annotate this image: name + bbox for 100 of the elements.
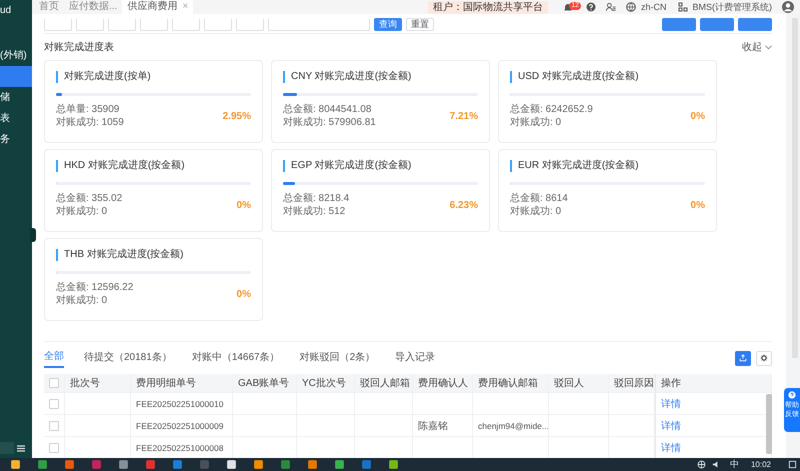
card-title: THB 对账完成进度(按金额): [56, 249, 251, 261]
column-header: 批次号: [70, 376, 100, 390]
table-cell: FEE202502251000008: [136, 442, 224, 452]
card-stat: 对账成功: 579906.81: [283, 116, 377, 129]
card-stat: 对账成功: 0: [56, 205, 108, 218]
card-stat: 对账成功: 0: [510, 205, 562, 218]
table-cell: FEE202502251000009: [136, 420, 224, 430]
percent-value: 7.21%: [450, 110, 478, 122]
language-selector[interactable]: zh-CN: [640, 2, 666, 12]
row-checkbox[interactable]: [49, 398, 59, 408]
filter-field[interactable]: [140, 19, 168, 31]
details-link[interactable]: 详情: [661, 418, 681, 432]
sidebar-item[interactable]: 表: [0, 108, 32, 129]
table-cell: FEE202502251000010: [136, 398, 224, 408]
card-title: HKD 对账完成进度(按金额): [56, 160, 251, 172]
clock[interactable]: 10:02: [750, 460, 771, 469]
filter-field[interactable]: [172, 19, 200, 31]
percent-value: 0%: [690, 200, 705, 210]
card-stat: 总金额: 8218.4: [283, 192, 350, 205]
table-cell-text: 陈嘉铭: [418, 420, 448, 432]
menu-icon[interactable]: [17, 444, 25, 452]
sidebar-item[interactable]: ud: [0, 0, 32, 21]
notification-icon[interactable]: [788, 460, 797, 469]
sidebar-item[interactable]: (外销): [0, 45, 32, 66]
table-cell: chenjm94@mide...: [478, 420, 548, 430]
app-grid-icon[interactable]: [678, 2, 688, 12]
collapse-handle[interactable]: [30, 228, 36, 242]
column-header: 费用明细单号: [136, 376, 196, 390]
page-tab[interactable]: 供应商费用 ×: [122, 0, 194, 14]
collapse-link[interactable]: 收起: [742, 40, 762, 54]
settings-icon: [760, 354, 768, 362]
column-header: 操作: [661, 377, 681, 390]
column-header: 驳回人: [554, 377, 584, 390]
card-title: EUR 对账完成进度(按金额): [510, 160, 705, 172]
column-header: 费用确认邮箱: [478, 376, 538, 390]
select-all-checkbox[interactable]: [49, 378, 59, 388]
input-method-indicator[interactable]: 中: [730, 458, 739, 471]
globe-icon[interactable]: [626, 2, 636, 12]
upload-icon: [739, 354, 747, 362]
card-stat: 对账成功: 0: [510, 116, 562, 129]
scrollbar[interactable]: [766, 394, 772, 454]
network-icon[interactable]: [696, 460, 706, 469]
card-stat: 总金额: 12596.22: [56, 281, 134, 294]
taskbar-app-icon[interactable]: [226, 459, 237, 470]
percent-value: 0%: [236, 200, 251, 210]
row-checkbox[interactable]: [49, 442, 59, 452]
user-list-icon[interactable]: [606, 2, 616, 12]
column-header: YC批次号: [302, 376, 346, 390]
taskbar-app-icon[interactable]: [307, 459, 318, 470]
list-tab[interactable]: 导入记录: [395, 349, 436, 367]
card-stat: 总金额: 355.02: [56, 192, 124, 205]
settings-button[interactable]: [756, 350, 772, 366]
card-stat: 总单量: 35909: [56, 103, 120, 116]
section-title: 对账完成进度表: [44, 40, 115, 54]
taskbar-app-icon[interactable]: [10, 459, 21, 470]
filter-button[interactable]: 重置: [406, 18, 434, 31]
list-tab[interactable]: 待提交（20181条）: [84, 349, 172, 367]
tenant-badge: 租户：国际物流共享平台: [428, 0, 548, 14]
card-stat: 总金额: 8614: [510, 192, 569, 205]
card-stat: 总金额: 8044541.08: [283, 103, 372, 116]
row-checkbox[interactable]: [49, 420, 59, 430]
card-stat: 对账成功: 0: [56, 294, 108, 307]
list-tab[interactable]: 全部: [44, 348, 64, 368]
card-stat: 对账成功: 1059: [56, 116, 125, 129]
list-tab[interactable]: 对账中（14667条）: [192, 349, 280, 367]
filter-field[interactable]: [204, 19, 232, 31]
card-title: CNY 对账完成进度(按金额): [283, 71, 478, 83]
taskbar-app-icon[interactable]: [334, 459, 345, 470]
sidebar-item[interactable]: 务: [0, 129, 32, 150]
card-title: USD 对账完成进度(按金额): [510, 71, 705, 83]
sidebar-item[interactable]: 储: [0, 87, 32, 108]
percent-value: 6.23%: [450, 200, 478, 210]
filter-field[interactable]: [44, 19, 72, 31]
filter-field[interactable]: [76, 19, 104, 31]
card-stat: 对账成功: 512: [283, 205, 346, 218]
list-tab[interactable]: 对账驳回（2条）: [300, 349, 376, 367]
taskbar-app-icon[interactable]: [388, 459, 399, 470]
taskbar-app-icon[interactable]: [253, 459, 264, 470]
column-header: 驳回人邮箱: [360, 376, 410, 390]
export-button[interactable]: [735, 350, 751, 366]
column-header: GAB账单号: [238, 376, 290, 390]
system-switcher[interactable]: BMS(计费管理系统): [692, 0, 772, 14]
filter-field[interactable]: [236, 19, 264, 31]
help-icon: [788, 391, 796, 399]
percent-value: 0%: [690, 110, 705, 122]
chevron-down-icon[interactable]: [765, 44, 772, 50]
column-header: 费用确认人: [418, 376, 468, 390]
filter-field[interactable]: [108, 19, 136, 31]
filter-button[interactable]: 查询: [374, 18, 402, 31]
card-stat: 总金额: 6242652.9: [510, 103, 594, 116]
details-link[interactable]: 详情: [661, 396, 681, 410]
card-title: EGP 对账完成进度(按金额): [283, 160, 478, 172]
help-icon[interactable]: [586, 2, 596, 12]
date-range-field[interactable]: [268, 19, 370, 31]
percent-value: 0%: [236, 288, 251, 300]
column-header: 驳回原因: [614, 377, 654, 390]
card-title: 对账完成进度(按单): [56, 71, 251, 83]
avatar-icon[interactable]: [782, 1, 794, 13]
percent-value: 2.95%: [222, 110, 251, 122]
details-link[interactable]: 详情: [661, 440, 681, 454]
